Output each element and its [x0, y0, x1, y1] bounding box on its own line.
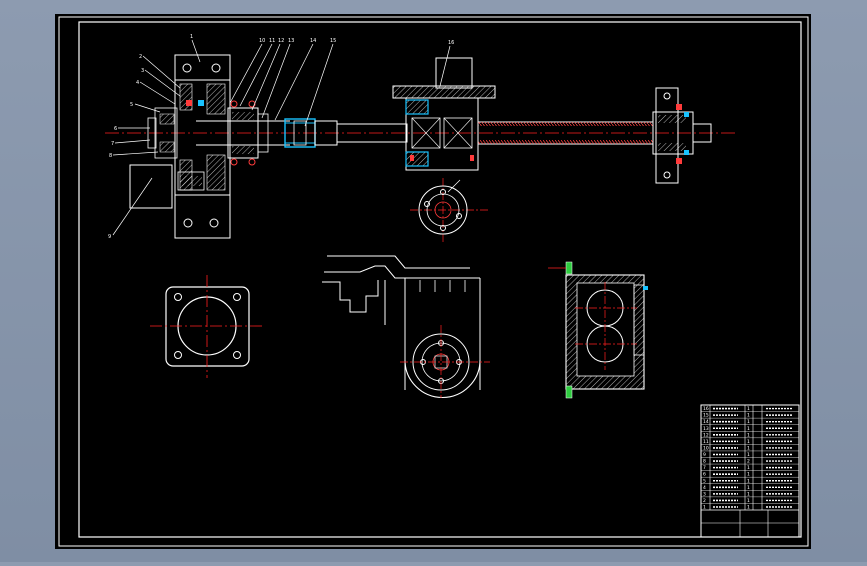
- parts-cell: 1: [703, 505, 706, 511]
- parts-cell: 15: [703, 413, 709, 419]
- leader-label: 4: [136, 80, 139, 86]
- leader-label: 9: [108, 234, 111, 240]
- parts-cell: 12: [703, 432, 709, 438]
- parts-cell: 1: [747, 432, 750, 438]
- parts-cell: 3: [703, 491, 706, 497]
- parts-cell: 2: [747, 459, 750, 465]
- parts-cell: 7: [703, 465, 706, 471]
- parts-cell: 8: [703, 459, 706, 465]
- leader-label: 15: [330, 38, 336, 44]
- leader-label: 3: [141, 68, 144, 74]
- drawing-canvas[interactable]: 1 2 3 4 5 6 7 8 9 10 11 12 13 14 15 16 1…: [0, 0, 867, 562]
- parts-cell: 1: [747, 505, 750, 511]
- leader-label: 7: [111, 141, 114, 147]
- parts-cell: 1: [747, 413, 750, 419]
- parts-cell: 9: [703, 452, 706, 458]
- parts-cell: 2: [703, 498, 706, 504]
- leader-label: 14: [310, 38, 316, 44]
- leader-label: 1: [190, 34, 193, 40]
- parts-cell: 4: [703, 485, 706, 491]
- leader-label: 10: [259, 38, 265, 44]
- parts-cell: 6: [703, 472, 706, 478]
- parts-cell: 1: [747, 406, 750, 412]
- parts-cell: 14: [703, 419, 709, 425]
- parts-cell: 1: [747, 439, 750, 445]
- leader-label: 16: [448, 40, 454, 46]
- leader-label: 12: [278, 38, 284, 44]
- leader-label: 2: [139, 54, 142, 60]
- parts-cell: 5: [703, 478, 706, 484]
- leader-label: 13: [288, 38, 294, 44]
- parts-cell: 13: [703, 426, 709, 432]
- parts-cell: 1: [747, 485, 750, 491]
- parts-cell: 1: [747, 419, 750, 425]
- parts-cell: 1: [747, 491, 750, 497]
- leader-label: 8: [109, 153, 112, 159]
- parts-cell: 1: [747, 452, 750, 458]
- parts-cell: 10: [703, 445, 709, 451]
- parts-cell: 1: [747, 472, 750, 478]
- cad-workspace[interactable]: 1 2 3 4 5 6 7 8 9 10 11 12 13 14 15 16 1…: [0, 0, 867, 562]
- parts-cell: 1: [747, 498, 750, 504]
- leader-label: 6: [114, 126, 117, 132]
- parts-cell: 1: [747, 465, 750, 471]
- parts-cell: 1: [747, 426, 750, 432]
- parts-cell: 16: [703, 406, 709, 412]
- leader-label: 11: [269, 38, 275, 44]
- parts-cell: 1: [747, 478, 750, 484]
- parts-cell: 1: [747, 445, 750, 451]
- leader-label: 5: [130, 102, 133, 108]
- parts-cell: 11: [703, 439, 709, 445]
